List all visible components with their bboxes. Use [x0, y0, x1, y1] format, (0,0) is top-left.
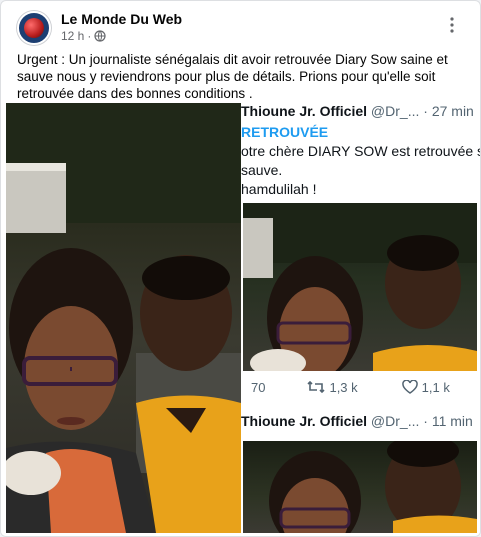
facebook-post: Le Monde Du Web 12 h · Urgent : Un journ… — [0, 0, 481, 537]
like-action[interactable]: 1,1 k — [401, 379, 450, 395]
reply-count: 70 — [251, 379, 266, 395]
tweet1-line1: otre chère DIARY SOW est retrouvée s — [241, 143, 481, 159]
tweet2-photo[interactable] — [243, 441, 477, 533]
tweet1-actions: 70 1,3 k 1,1 k — [241, 373, 480, 401]
post-text: Urgent : Un journaliste sénégalais dit a… — [17, 52, 448, 101]
tweet1-author[interactable]: Thioune Jr. Officiel — [241, 103, 367, 119]
tweet1-line3: hamdulilah ! — [241, 181, 317, 197]
post-media[interactable]: Thioune Jr. Officiel @Dr_... · 27 min RE… — [1, 103, 481, 536]
selfie-illustration — [6, 103, 241, 533]
page-avatar[interactable] — [17, 11, 51, 45]
tweet1-photo[interactable] — [243, 203, 477, 371]
tweet1-photo-illustration — [243, 203, 477, 371]
tweet2-photo-illustration — [269, 441, 477, 533]
page-name[interactable]: Le Monde Du Web — [61, 11, 182, 27]
more-options-button[interactable] — [440, 13, 464, 37]
post-meta: 12 h · — [61, 29, 106, 43]
tweet1-headline: RETROUVÉE — [241, 124, 329, 140]
post-header: Le Monde Du Web 12 h · — [17, 11, 464, 47]
tweet1-time[interactable]: · 27 min — [423, 103, 474, 119]
globe-icon — [94, 30, 106, 42]
tweet1-handle[interactable]: @Dr_... — [371, 103, 419, 119]
selfie-photo[interactable] — [6, 103, 241, 533]
post-time[interactable]: 12 h — [61, 29, 84, 43]
tweet2-header: Thioune Jr. Officiel @Dr_... · 11 min — [241, 413, 480, 437]
heart-icon — [401, 380, 418, 394]
tweet2-time[interactable]: · 11 min — [423, 413, 473, 429]
more-icon — [450, 17, 454, 33]
tweet2-handle[interactable]: @Dr_... — [371, 413, 419, 429]
tweet2-author[interactable]: Thioune Jr. Officiel — [241, 413, 367, 429]
reply-action[interactable]: 70 — [251, 380, 265, 395]
retweet-icon — [307, 380, 326, 394]
tweet1-line2: sauve. — [241, 162, 283, 178]
retweet-action[interactable]: 1,3 k — [307, 379, 358, 395]
retweet-count: 1,3 k — [329, 379, 358, 395]
like-count: 1,1 k — [421, 379, 450, 395]
meta-separator: · — [87, 29, 92, 43]
tweet1-body: RETROUVÉE otre chère DIARY SOW est retro… — [241, 123, 481, 199]
avatar-logo — [24, 18, 44, 38]
